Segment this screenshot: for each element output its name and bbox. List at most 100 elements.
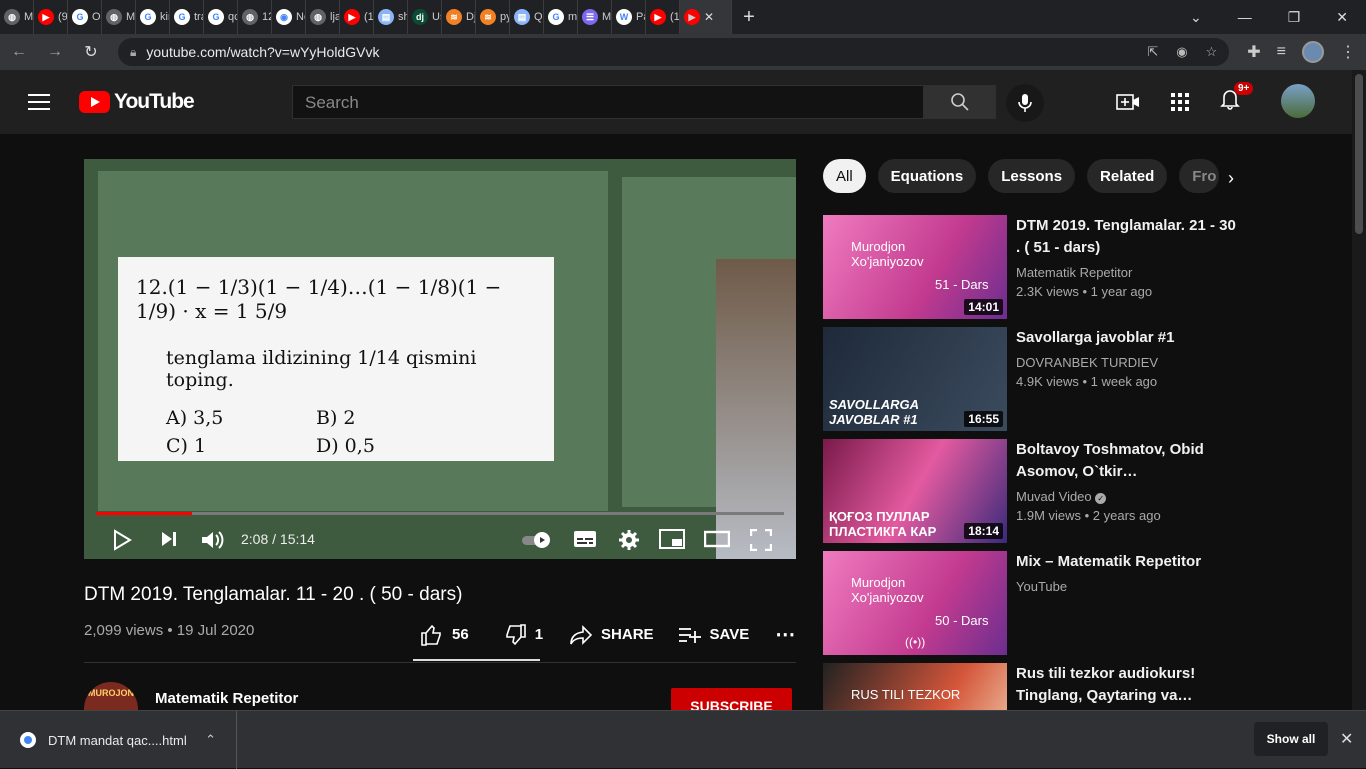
tab-19[interactable]: ▶ (1( [646,0,680,34]
recommendation-item[interactable]: SAVOLLARGA JAVOBLAR #1 16:55 Savollarga ja… [823,327,1243,431]
tab-6[interactable]: Gqc [204,0,238,34]
recommendation-item[interactable]: ҚОҒОЗ ПУЛЛАР ПЛАСТИКГА КАР 18:14 Boltavoy … [823,439,1243,543]
chip-lessons[interactable]: Lessons [988,159,1076,193]
minimize-icon[interactable]: — [1238,9,1252,25]
recommendation-title[interactable]: Boltavoy Toshmatov, Obid Asomov, O`tkir… [1016,439,1236,483]
subtitles-button[interactable] [573,530,597,548]
volume-button[interactable] [200,529,226,551]
voice-search-button[interactable] [1006,84,1044,122]
chip-equations[interactable]: Equations [877,159,977,193]
tab-13[interactable]: ≋ Dj [442,0,476,34]
search-input[interactable]: Search [292,85,924,119]
dislike-button[interactable]: 1 [503,623,543,646]
tab-label: M [602,11,612,23]
recommendation-channel[interactable]: YouTube [1016,579,1067,594]
recommendation-channel[interactable]: Muvad Video ✓ [1016,489,1107,504]
media-queue-icon[interactable]: ≡ [1277,43,1286,61]
video-thumbnail[interactable]: SAVOLLARGA JAVOBLAR #1 16:55 [823,327,1007,431]
tab-2[interactable]: G O' [68,0,102,34]
recommendation-title[interactable]: Mix – Matematik Repetitor [1016,551,1236,573]
notifications-button[interactable]: 9+ [1220,82,1254,115]
window-close-icon[interactable]: ✕ [1336,9,1348,26]
forward-icon[interactable]: → [46,43,64,61]
account-avatar[interactable] [1281,84,1315,118]
tab-active[interactable]: ▶ ✕ [680,0,732,34]
fullscreen-button[interactable] [750,529,772,551]
tab-14[interactable]: ≋ py [476,0,510,34]
recommendation-item[interactable]: Murodjon Xo'janiyozov 51 - Dars 14:01 DTM 2… [823,215,1243,319]
tab-4[interactable]: Gkir [136,0,170,34]
apps-grid-icon[interactable] [1170,92,1190,112]
search-button[interactable] [924,85,996,119]
subscribe-button[interactable]: SUBSCRIBE [671,688,792,710]
book-icon: ▤ [514,9,530,25]
open-in-app-icon[interactable]: ⇱ [1147,44,1158,60]
channel-name[interactable]: Matematik Repetitor [155,690,298,707]
menu-kebab-icon[interactable]: ⋮ [1340,42,1356,62]
scrollbar-thumb[interactable] [1355,74,1363,234]
youtube-logo[interactable]: YouTube [79,90,195,114]
theater-mode-button[interactable] [704,530,730,548]
eye-off-icon[interactable]: ◉ [1176,44,1187,60]
tab-12[interactable]: dj Us [408,0,442,34]
back-icon[interactable]: ← [10,43,28,61]
chip-all[interactable]: All [823,159,866,193]
recommendation-channel[interactable]: DOVRANBEK TURDIEV [1016,355,1158,370]
create-video-icon[interactable] [1116,92,1140,112]
recommendation-title[interactable]: DTM 2019. Tenglamalar. 21 - 30 . ( 51 - … [1016,215,1236,259]
chevron-right-icon[interactable]: › [1228,168,1234,189]
tab-3[interactable]: ◍ M [102,0,136,34]
video-player[interactable]: 12.(1 − 1/3)(1 − 1/4)…(1 − 1/8)(1 − 1/9)… [84,159,796,559]
reload-icon[interactable]: ↻ [82,42,100,62]
video-thumbnail[interactable]: ҚОҒОЗ ПУЛЛАР ПЛАСТИКГА КАР 18:14 [823,439,1007,543]
recommendation-channel[interactable]: Matematik Repetitor [1016,265,1132,280]
settings-button[interactable] [618,529,640,551]
chevron-up-icon[interactable]: ⌃ [205,732,216,748]
save-button[interactable]: SAVE [678,625,749,645]
chip-related[interactable]: Related [1087,159,1168,193]
play-button[interactable] [112,529,132,551]
tab-7[interactable]: ◍ 12 [238,0,272,34]
tab-9[interactable]: ◍ lja [306,0,340,34]
tab-17[interactable]: ☰ M [578,0,612,34]
menu-hamburger-icon[interactable] [28,94,50,110]
download-item[interactable]: DTM mandat qac....html ⌃ [0,711,237,769]
tab-5[interactable]: Gtra [170,0,204,34]
page-scrollbar[interactable] [1352,70,1366,710]
channel-avatar[interactable]: MUROJON [84,682,138,712]
tab-close-icon[interactable]: ✕ [704,10,714,24]
lock-icon[interactable]: 🔒︎ [130,45,136,60]
new-tab-button[interactable]: + [732,6,766,29]
tab-search-icon[interactable]: ⌄ [1190,9,1202,26]
tab-1[interactable]: ▶ (9) [34,0,68,34]
address-bar[interactable]: 🔒︎ youtube.com/watch?v=wYyHoldGVvk ⇱ ◉ ☆ [118,38,1230,66]
tab-8[interactable]: ◉ Ne [272,0,306,34]
thumbnail-text: Murodjon Xo'janiyozov [851,239,924,269]
more-actions-icon[interactable]: ⋯ [775,622,795,647]
show-all-button[interactable]: Show all [1254,722,1328,756]
tab-11[interactable]: ▤ sh [374,0,408,34]
recommendation-title[interactable]: Rus tili tezkor audiokurs! Tinglang, Qay… [1016,663,1236,707]
tab-18[interactable]: W Pa [612,0,646,34]
chip-fro[interactable]: Fro [1179,159,1220,193]
next-button[interactable] [160,531,178,547]
autoplay-toggle[interactable] [521,531,553,549]
bookmark-star-icon[interactable]: ☆ [1206,44,1218,60]
share-button[interactable]: SHARE [569,624,654,646]
recommendation-title[interactable]: Savollarga javoblar #1 [1016,327,1236,349]
volume-icon [202,531,224,549]
extensions-icon[interactable]: ✚ [1247,42,1260,62]
video-thumbnail[interactable]: Murodjon Xo'janiyozov 51 - Dars 14:01 [823,215,1007,319]
close-download-bar-icon[interactable]: ✕ [1340,729,1353,749]
miniplayer-button[interactable] [659,529,685,549]
tab-10[interactable]: ▶ (1( [340,0,374,34]
profile-avatar[interactable] [1302,41,1324,63]
like-button[interactable]: 56 [420,624,469,646]
tab-15[interactable]: ▤ Qu [510,0,544,34]
maximize-icon[interactable]: ❐ [1288,9,1301,26]
tab-16[interactable]: Gm [544,0,578,34]
progress-bar[interactable] [96,512,784,515]
recommendation-item[interactable]: Murodjon Xo'janiyozov 50 - Dars ((•)) Mix –… [823,551,1243,655]
tab-0[interactable]: ◍ M [0,0,34,34]
video-thumbnail[interactable]: Murodjon Xo'janiyozov 50 - Dars ((•)) [823,551,1007,655]
